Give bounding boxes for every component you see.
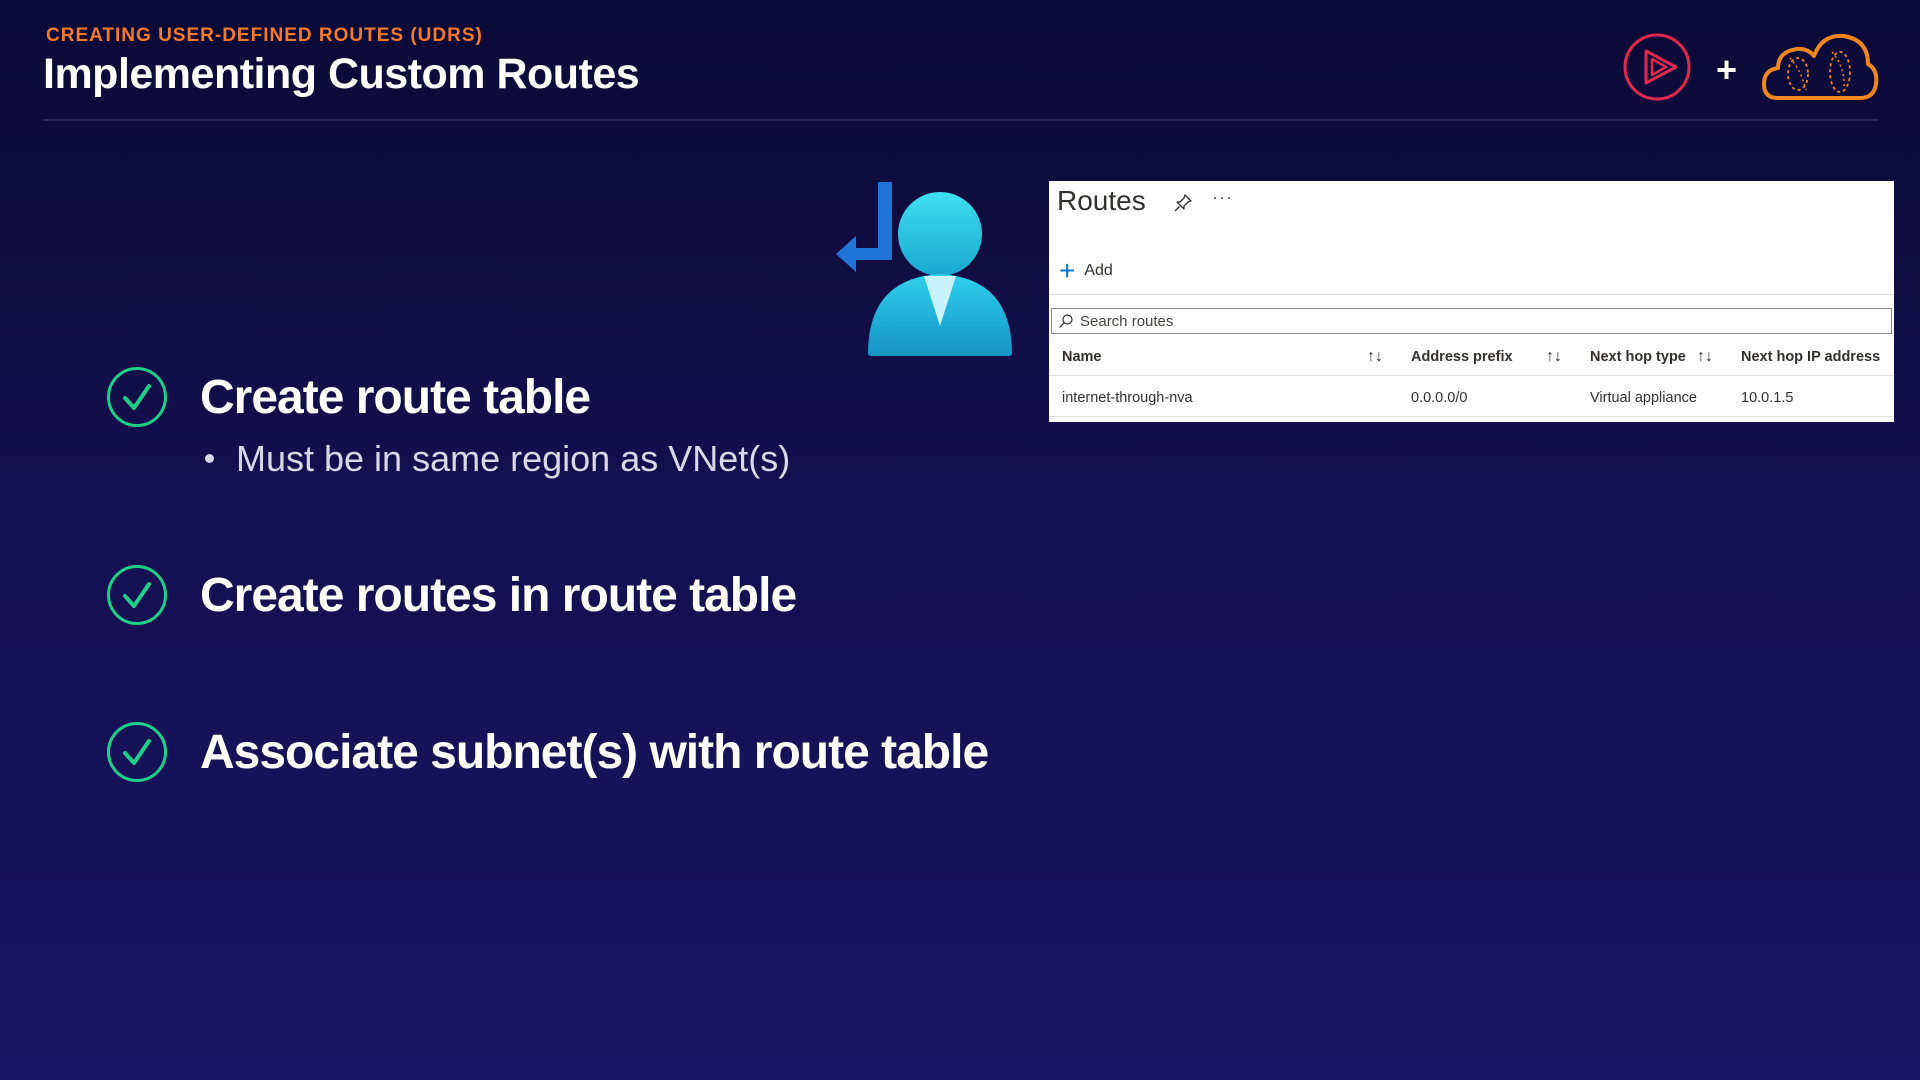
step-label: Create route table <box>200 370 591 424</box>
sort-icon[interactable]: ↑↓ <box>1546 339 1562 375</box>
sub-bullet: Must be in same region as VNet(s) <box>205 438 790 480</box>
user-route-icon <box>836 182 1012 356</box>
search-icon <box>1059 314 1073 328</box>
title-divider <box>43 119 1878 121</box>
bullet-dot <box>205 453 214 463</box>
column-header-next-hop-ip[interactable]: Next hop IP address <box>1741 339 1880 375</box>
route-next-hop-ip: 10.0.1.5 <box>1741 390 1794 406</box>
panel-title: Routes <box>1057 185 1146 216</box>
check-circle-icon <box>107 565 167 625</box>
search-routes-input[interactable] <box>1080 312 1860 330</box>
add-route-button[interactable]: + Add <box>1059 255 1113 286</box>
routes-panel: Routes ··· + Add Name ↑↓ Address prefix … <box>1049 181 1894 422</box>
pluralsight-play-icon <box>1623 33 1691 101</box>
slide-title: Implementing Custom Routes <box>43 50 640 98</box>
table-header: Name ↑↓ Address prefix ↑↓ Next hop type … <box>1049 339 1894 376</box>
plus-sign: + <box>1716 49 1738 90</box>
step-associate-subnets: Associate subnet(s) with route table <box>106 721 989 783</box>
step-label: Associate subnet(s) with route table <box>200 725 989 779</box>
route-address-prefix: 0.0.0.0/0 <box>1411 390 1468 406</box>
check-circle-icon <box>107 367 167 427</box>
step-label: Create routes in route table <box>200 568 797 622</box>
route-next-hop-type: Virtual appliance <box>1590 390 1697 406</box>
column-header-name[interactable]: Name <box>1062 339 1102 375</box>
sort-icon[interactable]: ↑↓ <box>1367 339 1383 375</box>
cloud-brand-icon <box>1762 33 1879 100</box>
route-name: internet-through-nva <box>1062 390 1193 406</box>
search-routes-field[interactable] <box>1051 308 1892 334</box>
add-icon: + <box>1059 255 1076 286</box>
pin-icon[interactable] <box>1173 193 1193 213</box>
column-header-address-prefix[interactable]: Address prefix <box>1411 339 1513 375</box>
sub-bullet-text: Must be in same region as VNet(s) <box>236 438 791 479</box>
eyebrow: CREATING USER-DEFINED ROUTES (UDRS) <box>46 25 483 46</box>
column-header-next-hop-type[interactable]: Next hop type <box>1590 339 1686 375</box>
table-row[interactable]: internet-through-nva 0.0.0.0/0 Virtual a… <box>1049 380 1894 417</box>
check-circle-icon <box>107 722 167 782</box>
sort-icon[interactable]: ↑↓ <box>1697 339 1713 375</box>
more-icon[interactable]: ··· <box>1212 187 1233 208</box>
step-create-route-table: Create route table <box>106 366 591 428</box>
step-create-routes: Create routes in route table <box>106 564 797 626</box>
toolbar-divider <box>1049 294 1894 295</box>
add-label: Add <box>1084 262 1113 279</box>
